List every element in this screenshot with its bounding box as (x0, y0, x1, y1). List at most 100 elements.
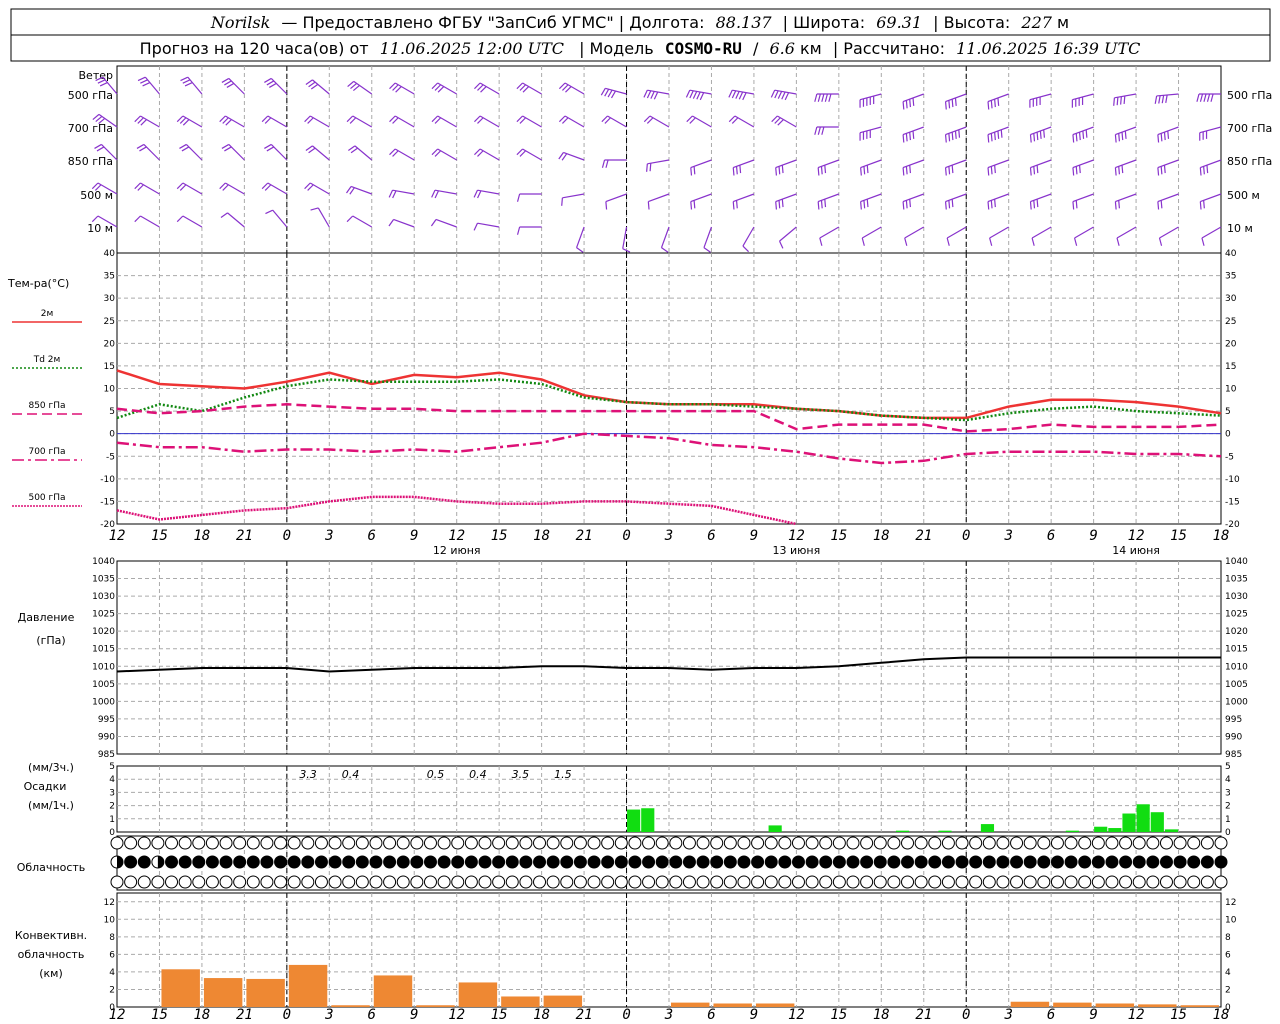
cloud-symbol (437, 855, 451, 869)
conv-xtick: 15 (491, 1007, 508, 1023)
cloud-symbol-fill (451, 856, 464, 868)
conv-bar (203, 978, 243, 1007)
wind-barb (1154, 93, 1179, 104)
cloud-symbol-circle (137, 875, 151, 889)
wind-barb-staff (562, 193, 585, 199)
cloud-symbol-circle (165, 836, 179, 850)
wind-barb-flag (775, 201, 778, 210)
wind-barb-flag (266, 146, 275, 152)
cloud-symbol-fill (410, 856, 423, 868)
prec-ytick-left: 3 (109, 788, 115, 798)
cloud-symbol-fill (356, 856, 369, 868)
pres-ytick-right: 985 (1225, 750, 1242, 760)
temp-ytick-right: 35 (1225, 272, 1236, 282)
wind-barb-flag (1157, 134, 1160, 143)
wind-barb-flag (264, 143, 272, 149)
wind-barb-flag (905, 200, 908, 209)
wind-barb-flag (184, 81, 193, 87)
cloud-symbol (260, 855, 274, 869)
cloud-symbol (1050, 855, 1064, 869)
wind-barb-flag (519, 84, 527, 91)
wind-barb-staff (648, 193, 670, 203)
cloud-symbol (737, 855, 751, 869)
temp-xtick: 18 (1213, 528, 1230, 544)
wind-barb-flag (944, 167, 947, 176)
wind-barb (305, 145, 330, 161)
temp-xtick: 9 (1089, 528, 1097, 544)
wind-barb-flag (600, 88, 606, 96)
wind-barb (305, 79, 330, 95)
cloud-symbol-fill (329, 856, 342, 868)
wind-barb (220, 212, 245, 228)
wind-barb-flag (136, 143, 145, 149)
wind-barb-flag (561, 153, 568, 161)
cloud-symbol (287, 836, 301, 850)
cloud-symbol-circle (601, 836, 615, 850)
cloud-symbol (533, 875, 547, 889)
cloud-symbol (1064, 836, 1078, 850)
cloud-symbol (764, 836, 778, 850)
wind-barb-flag (95, 115, 103, 123)
cloud-symbol-circle (587, 836, 601, 850)
wind-barb-flag (690, 201, 693, 210)
cloud-symbol (723, 875, 737, 889)
pres-ytick-left: 1040 (92, 557, 115, 567)
cloud-symbol-circle (369, 836, 383, 850)
cloud-symbol-fill (533, 856, 546, 868)
cloud-symbol-circle (1200, 836, 1214, 850)
wind-barb-flag (948, 133, 951, 142)
wind-barb (732, 159, 755, 176)
wind-barb-flag (690, 167, 693, 176)
wind-barb-flag (307, 117, 314, 124)
cloud-symbol (396, 836, 410, 850)
wind-barb (770, 89, 797, 101)
wind-level-label-right-3: 500 м (1227, 189, 1260, 202)
wind-barb (473, 222, 500, 231)
temp-xtick: 6 (1047, 528, 1055, 544)
temp-ytick-left: -10 (100, 475, 115, 485)
cloud-symbol (601, 855, 615, 869)
cloud-symbol (423, 836, 437, 850)
cloud-symbol (1105, 855, 1119, 869)
wind-barb-flag (1160, 166, 1163, 175)
cloud-symbol-circle (1078, 875, 1092, 889)
pres-ytick-right: 995 (1225, 715, 1242, 725)
wind-barb-flag (519, 117, 527, 124)
temp-ytick-right: 30 (1225, 294, 1237, 304)
wind-barb-flag (1199, 201, 1202, 210)
conv-xtick: 3 (664, 1007, 673, 1023)
header-run-time: 11.06.2025 12:00 UTC (380, 39, 564, 58)
temp-xtick: 15 (151, 528, 168, 544)
wind-barb-flag (735, 166, 738, 175)
wind-barb-flag (781, 91, 786, 100)
wind-barb-flag (990, 166, 993, 175)
wind-barb-flag (179, 143, 187, 149)
wind-barb-flag (219, 115, 226, 123)
cloud-symbol (601, 875, 615, 889)
cloud-symbol (437, 875, 451, 889)
wind-barb (1072, 193, 1094, 210)
wind-barb (558, 82, 585, 95)
cloud-symbol-circle (723, 836, 737, 850)
cloud-symbol (1200, 836, 1214, 850)
conv-ytick-left: 10 (104, 915, 116, 925)
conv-ytick-left: 2 (109, 985, 115, 995)
cloud-symbol-fill (915, 856, 928, 868)
temp-xtick: 15 (491, 528, 508, 544)
wind-barb-flag (1078, 132, 1081, 141)
wind-level-label-2: 850 гПа (68, 155, 113, 168)
wind-barb (310, 207, 330, 228)
wind-level-label-right-4: 10 м (1227, 222, 1253, 235)
precip-bar (768, 825, 782, 832)
wind-barb-flag (990, 133, 993, 142)
wind-barb-flag (909, 132, 912, 141)
conv-xtick: 21 (576, 1007, 593, 1023)
pres-ytick-right: 990 (1225, 732, 1242, 742)
cloud-symbol (165, 875, 179, 889)
temp-ytick-left: 15 (104, 362, 115, 372)
wind-barb-flag (1036, 165, 1039, 174)
wind-barb-flag (1160, 200, 1163, 209)
wind-barb (817, 193, 840, 210)
precip-bar (895, 830, 910, 832)
cloud-symbol-circle (1146, 836, 1160, 850)
